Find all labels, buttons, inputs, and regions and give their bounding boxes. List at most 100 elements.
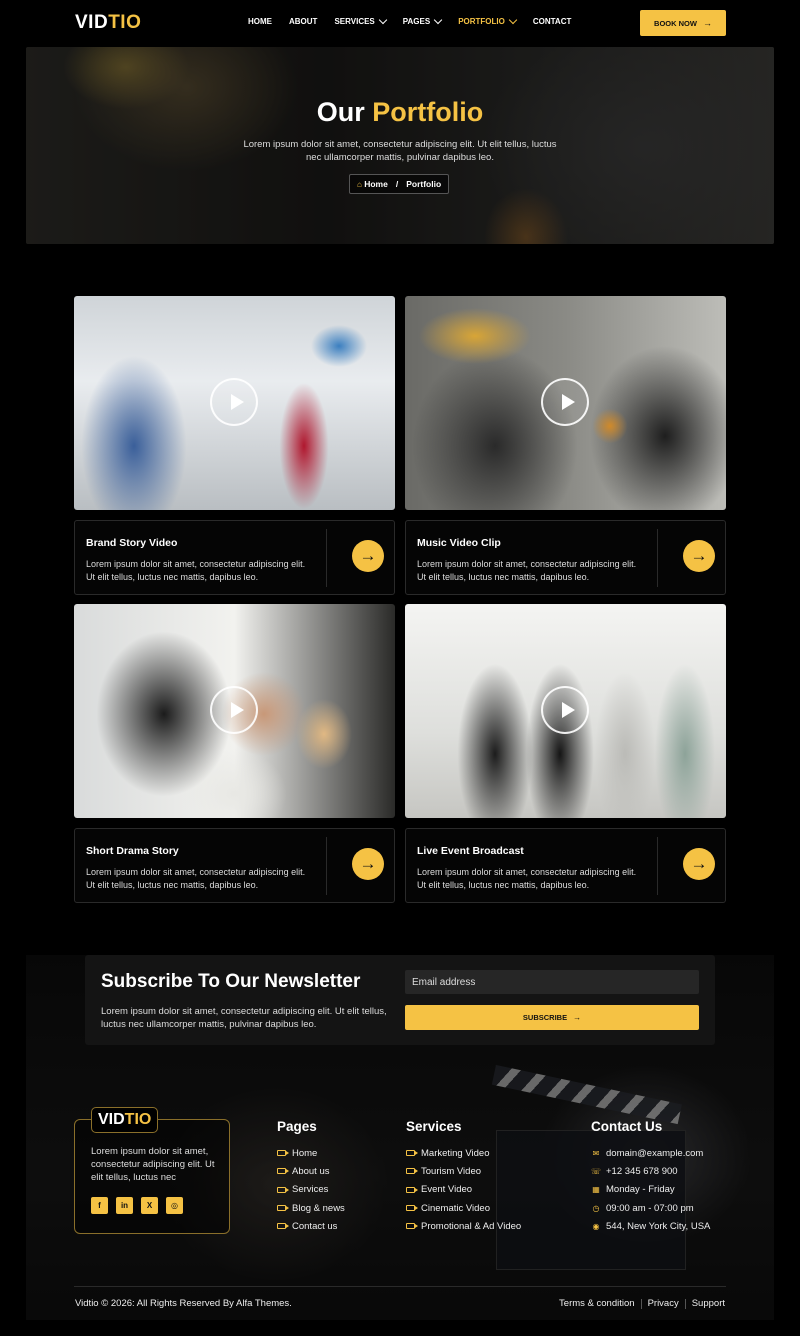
footer-link[interactable]: Services [277, 1181, 345, 1199]
portfolio-title[interactable]: Short Drama Story [86, 845, 179, 857]
site-logo[interactable]: VIDTIO [75, 12, 141, 34]
linkedin-icon[interactable]: in [116, 1197, 133, 1214]
contact-phone[interactable]: ☏ +12 345 678 900 [591, 1162, 710, 1180]
nav-label: SERVICES [334, 17, 375, 26]
facebook-icon[interactable]: f [91, 1197, 108, 1214]
book-now-button[interactable]: BOOK NOW → [640, 10, 726, 36]
portfolio-card-info: Music Video Clip Lorem ipsum dolor sit a… [405, 520, 726, 595]
breadcrumb-separator: / [395, 179, 399, 189]
video-camera-icon [406, 1205, 418, 1212]
contact-address: ◉ 544, New York City, USA [591, 1217, 711, 1235]
footer-link-label: About us [292, 1165, 330, 1177]
footer-link[interactable]: Blog & news [277, 1199, 345, 1217]
footer-link[interactable]: Promotional & Ad Video [406, 1217, 521, 1235]
breadcrumb-home[interactable]: ⌂ Home [357, 179, 388, 189]
footer-link[interactable]: Cinematic Video [406, 1199, 521, 1217]
contact-email[interactable]: ✉ domain@example.com [591, 1144, 710, 1162]
portfolio-description: Lorem ipsum dolor sit amet, consectetur … [86, 559, 306, 582]
play-icon[interactable] [210, 378, 258, 426]
footer-column-title: Services [406, 1119, 462, 1134]
logo-text-tio: TIO [108, 12, 142, 33]
portfolio-title[interactable]: Music Video Clip [417, 537, 501, 549]
arrow-right-icon[interactable]: → [352, 848, 384, 880]
footer-logo[interactable]: VID TIO [91, 1107, 159, 1133]
newsletter-section: Subscribe To Our Newsletter Lorem ipsum … [85, 955, 715, 1045]
subscribe-label: SUBSCRIBE [522, 1013, 568, 1022]
legal-links: Terms & condition Privacy Support [559, 1298, 725, 1309]
play-icon[interactable] [541, 686, 589, 734]
logo-text-vid: VID [75, 12, 109, 33]
nav-item-home[interactable]: HOME [248, 17, 272, 26]
play-icon[interactable] [210, 686, 258, 734]
page-title-part1: Our [316, 97, 365, 127]
support-link[interactable]: Support [692, 1298, 725, 1309]
contact-value: domain@example.com [606, 1147, 704, 1159]
nav-item-pages[interactable]: PAGES [403, 15, 443, 26]
portfolio-card: Short Drama Story Lorem ipsum dolor sit … [74, 604, 395, 903]
divider [326, 837, 327, 895]
breadcrumb-home-label: Home [364, 179, 388, 189]
chevron-down-icon [508, 15, 518, 24]
instagram-icon[interactable]: ◎ [166, 1197, 183, 1214]
play-icon[interactable] [541, 378, 589, 426]
portfolio-title[interactable]: Live Event Broadcast [417, 845, 524, 857]
footer-column-title: Pages [277, 1119, 317, 1134]
location-icon: ◉ [592, 1221, 600, 1231]
x-icon[interactable]: X [141, 1197, 158, 1214]
logo-text-vid: VID [98, 1111, 125, 1128]
newsletter-title: Subscribe To Our Newsletter [101, 971, 361, 992]
footer-link[interactable]: Contact us [277, 1217, 345, 1235]
footer-link[interactable]: Marketing Video [406, 1144, 521, 1162]
email-icon: ✉ [592, 1148, 600, 1158]
nav-item-portfolio[interactable]: PORTFOLIO [458, 15, 518, 26]
footer-contact-column: Contact Us ✉ domain@example.com ☏ +12 345 … [591, 1119, 710, 1235]
contact-hours: ◷ 09:00 am - 07:00 pm [591, 1199, 710, 1217]
nav-label: ABOUT [289, 17, 318, 26]
divider [657, 529, 658, 587]
email-field[interactable] [405, 970, 699, 994]
arrow-right-icon[interactable]: → [352, 540, 384, 572]
terms-link[interactable]: Terms & condition [559, 1298, 635, 1309]
nav-label: CONTACT [532, 17, 572, 26]
footer-link-label: Home [292, 1147, 318, 1159]
video-camera-icon [277, 1150, 289, 1157]
phone-icon: ☏ [591, 1166, 602, 1176]
hero-description: Lorem ipsum dolor sit amet, consectetur … [243, 139, 557, 163]
portfolio-thumbnail[interactable] [405, 604, 726, 818]
nav-item-about[interactable]: ABOUT [289, 17, 317, 26]
nav-item-contact[interactable]: CONTACT [533, 17, 572, 26]
footer-link-label: Contact us [292, 1220, 338, 1232]
footer-link-label: Blog & news [292, 1202, 345, 1214]
footer-link[interactable]: Tourism Video [406, 1162, 521, 1180]
portfolio-card-info: Live Event Broadcast Lorem ipsum dolor s… [405, 828, 726, 903]
divider [684, 1298, 686, 1309]
footer-link[interactable]: About us [277, 1162, 345, 1180]
portfolio-thumbnail[interactable] [74, 296, 395, 510]
breadcrumb: ⌂ Home / Portfolio [349, 174, 450, 194]
video-camera-icon [277, 1168, 289, 1175]
privacy-link[interactable]: Privacy [648, 1298, 679, 1309]
divider [657, 837, 658, 895]
contact-value: 09:00 am - 07:00 pm [606, 1202, 694, 1214]
arrow-right-icon[interactable]: → [683, 848, 715, 880]
portfolio-title[interactable]: Brand Story Video [86, 537, 177, 549]
book-now-label: BOOK NOW [654, 18, 697, 28]
footer-link[interactable]: Event Video [406, 1181, 521, 1199]
contact-days: ▦ Monday - Friday [591, 1181, 710, 1199]
subscribe-button[interactable]: SUBSCRIBE → [405, 1005, 699, 1030]
portfolio-thumbnail[interactable] [405, 296, 726, 510]
portfolio-description: Lorem ipsum dolor sit amet, consectetur … [417, 867, 637, 890]
portfolio-card: Music Video Clip Lorem ipsum dolor sit a… [405, 296, 726, 595]
nav-item-services[interactable]: SERVICES [334, 15, 388, 26]
footer-link[interactable]: Home [277, 1144, 345, 1162]
footer-brand-box: VID TIO Lorem ipsum dolor sit amet, conse… [74, 1107, 230, 1234]
home-icon: ⌂ [357, 180, 362, 189]
portfolio-thumbnail[interactable] [74, 604, 395, 818]
newsletter-description: Lorem ipsum dolor sit amet, consectetur … [101, 1006, 387, 1030]
nav-label: HOME [248, 17, 272, 26]
footer-link-label: Cinematic Video [421, 1202, 491, 1214]
arrow-right-icon[interactable]: → [683, 540, 715, 572]
contact-value: Monday - Friday [606, 1184, 675, 1196]
portfolio-card-info: Short Drama Story Lorem ipsum dolor sit … [74, 828, 395, 903]
divider [640, 1298, 642, 1309]
